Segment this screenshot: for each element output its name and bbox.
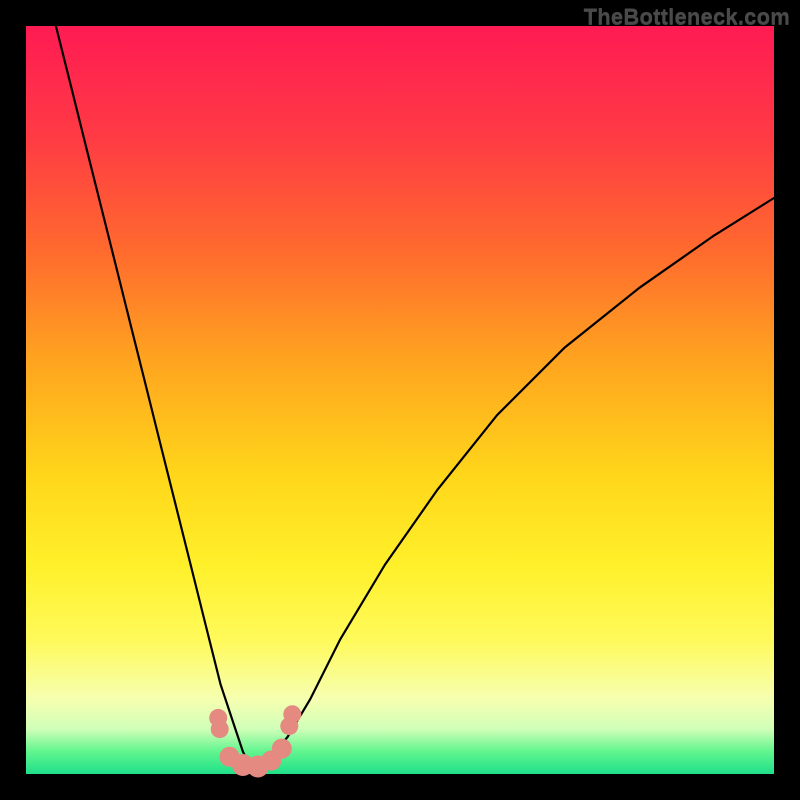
curve-layer [26,26,774,774]
bottleneck-curve [56,26,774,770]
marker-dot [272,739,292,759]
marker-dot [211,720,229,738]
marker-dot [283,705,301,723]
chart-area [26,26,774,774]
watermark-text: TheBottleneck.com [584,4,790,30]
curve-markers [209,705,301,777]
